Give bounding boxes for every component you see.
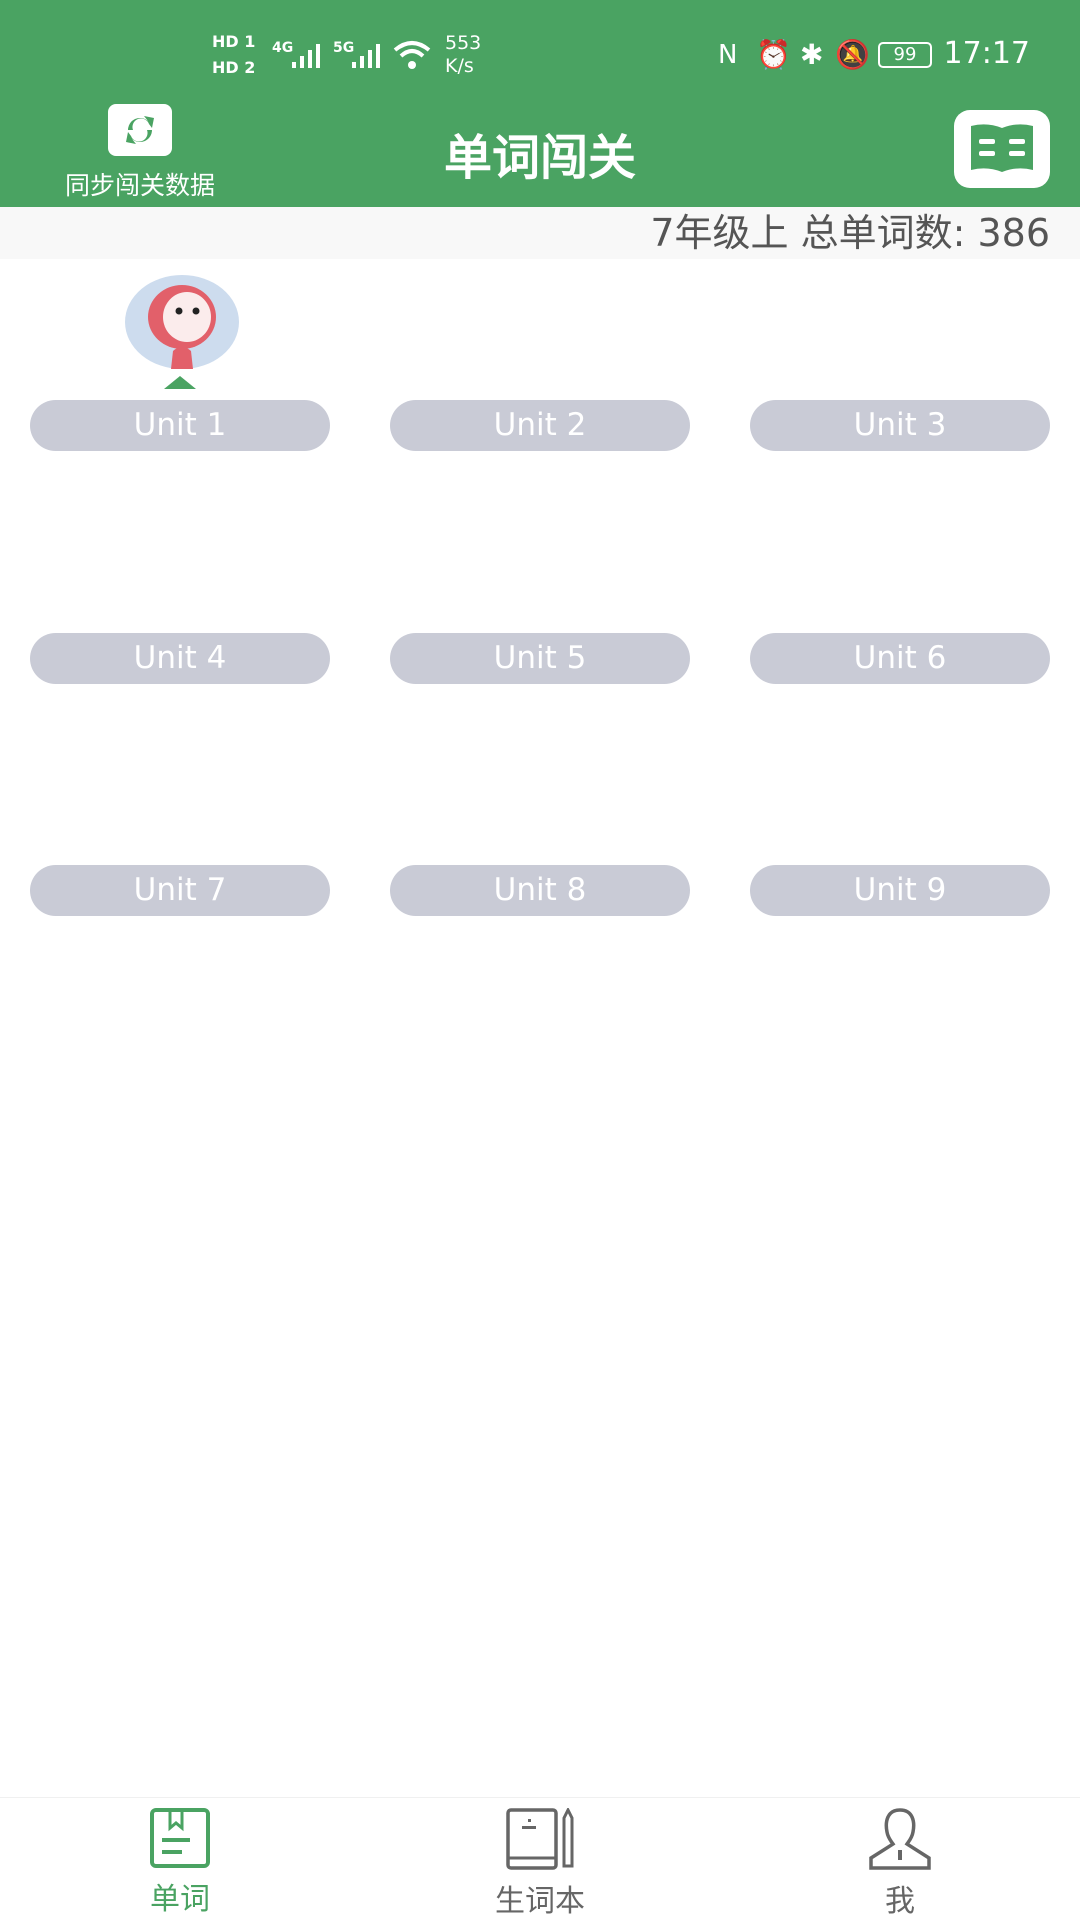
- app-header: HD 1 HD 2 4G 5G 553 K/s N ⏰ ✱ 🔕 99 17:17…: [0, 0, 1080, 207]
- tab-label: 单词: [150, 1882, 210, 1917]
- net-speed-unit: K/s: [445, 55, 474, 77]
- avatar: [125, 275, 239, 369]
- grade-summary: 7年级上 总单词数: 386: [0, 207, 1080, 259]
- unit-4-button[interactable]: Unit 4: [30, 633, 330, 684]
- signal-icon: [290, 42, 322, 74]
- unit-8-button[interactable]: Unit 8: [390, 865, 690, 916]
- tab-vocab-book[interactable]: 生词本: [440, 1798, 640, 1920]
- unit-7-button[interactable]: Unit 7: [30, 865, 330, 916]
- tab-words[interactable]: 单词: [80, 1798, 280, 1918]
- net-speed-value: 553: [445, 32, 482, 54]
- unit-5-button[interactable]: Unit 5: [390, 633, 690, 684]
- battery-icon: 99: [878, 42, 932, 68]
- notebook-pencil-icon: [506, 1806, 574, 1870]
- alarm-icon: ⏰: [756, 38, 791, 71]
- wifi-icon: [392, 40, 432, 76]
- mute-bell-icon: 🔕: [835, 38, 870, 71]
- bottom-nav: 单词 生词本 我: [0, 1797, 1080, 1920]
- battery-level: 99: [893, 44, 917, 65]
- page-title: 单词闯关: [443, 130, 636, 186]
- person-icon: [869, 1808, 931, 1870]
- tab-me[interactable]: 我: [800, 1798, 1000, 1920]
- tab-label: 我: [885, 1884, 915, 1919]
- unit-9-button[interactable]: Unit 9: [750, 865, 1050, 916]
- sim1-label: HD 1: [212, 32, 256, 51]
- wordbook-button[interactable]: [954, 110, 1050, 188]
- tab-label: 生词本: [495, 1884, 585, 1919]
- signal-icon: [350, 42, 382, 74]
- clock: 17:17: [943, 36, 1030, 71]
- current-position-marker: [164, 376, 196, 389]
- bluetooth-icon: ✱: [800, 38, 824, 71]
- bookmark-book-icon: [150, 1808, 210, 1868]
- unit-2-button[interactable]: Unit 2: [390, 400, 690, 451]
- unit-1-button[interactable]: Unit 1: [30, 400, 330, 451]
- open-book-icon: [971, 124, 1033, 172]
- nfc-icon: N: [718, 40, 738, 70]
- unit-3-button[interactable]: Unit 3: [750, 400, 1050, 451]
- unit-6-button[interactable]: Unit 6: [750, 633, 1050, 684]
- sim2-label: HD 2: [212, 58, 256, 77]
